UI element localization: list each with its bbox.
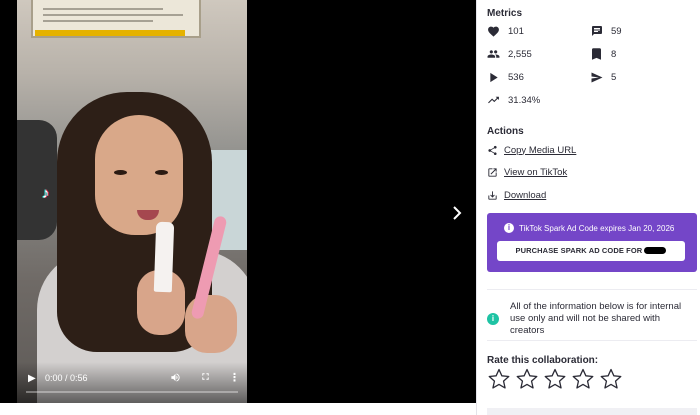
star-icon[interactable] (515, 367, 539, 391)
bookmark-icon (590, 48, 603, 61)
view-on-tiktok-link[interactable]: View on TikTok (487, 165, 567, 179)
trending-up-icon (487, 94, 500, 107)
video-progress-bar[interactable] (26, 391, 238, 393)
more-vert-icon[interactable]: ⋮ (229, 371, 240, 384)
purchase-spark-ad-code-button[interactable]: PURCHASE SPARK AD CODE FOR (497, 241, 685, 261)
star-icon[interactable] (599, 367, 623, 391)
metric-likes: 101 (487, 23, 524, 39)
fullscreen-icon[interactable] (200, 371, 211, 385)
spark-ad-box: i TikTok Spark Ad Code expires Jan 20, 2… (487, 213, 697, 272)
internal-notice-text: All of the information below is for inte… (510, 301, 682, 336)
metrics-heading: Metrics (487, 8, 523, 19)
video-player[interactable]: ♪ (17, 0, 247, 403)
people-icon (487, 48, 500, 61)
metric-saves: 8 (590, 46, 616, 62)
rating-stars (487, 367, 627, 391)
play-icon[interactable]: ▶ (28, 373, 36, 384)
metric-shares: 5 (590, 69, 616, 85)
download-link[interactable]: Download (487, 188, 546, 202)
info-icon: i (504, 223, 514, 233)
heart-icon (487, 25, 500, 38)
metric-engagement: 31.34% (487, 92, 540, 108)
star-icon[interactable] (543, 367, 567, 391)
metric-comments: 59 (590, 23, 622, 39)
copy-media-url-link[interactable]: Copy Media URL (487, 143, 576, 157)
volume-icon[interactable] (170, 372, 181, 386)
star-icon[interactable] (487, 367, 511, 391)
spark-expiry-text: TikTok Spark Ad Code expires Jan 20, 202… (519, 223, 675, 233)
chevron-right-icon[interactable] (449, 203, 465, 223)
share-icon (487, 145, 498, 156)
redacted-creator-name (644, 247, 667, 254)
comment-icon (590, 25, 603, 38)
metric-views: 536 (487, 69, 524, 85)
internal-notice: i All of the information below is for in… (487, 289, 697, 341)
rating-heading: Rate this collaboration: (487, 355, 599, 366)
details-panel: Metrics 101 2,555 536 31.34% 59 8 5 Acti… (476, 0, 700, 415)
metric-followers: 2,555 (487, 46, 532, 62)
open-in-new-icon (487, 167, 498, 178)
play-icon (487, 71, 500, 84)
video-stage: ♪ ▶ 0:00 / 0:56 ⋮ (0, 0, 476, 403)
info-icon: i (487, 313, 499, 325)
actions-heading: Actions (487, 126, 524, 137)
tiktok-logo: ♪ (42, 185, 50, 202)
video-time: 0:00 / 0:56 (45, 373, 88, 383)
star-icon[interactable] (571, 367, 595, 391)
download-icon (487, 190, 498, 201)
video-controls: ▶ 0:00 / 0:56 ⋮ (17, 362, 247, 403)
send-icon (590, 71, 603, 84)
